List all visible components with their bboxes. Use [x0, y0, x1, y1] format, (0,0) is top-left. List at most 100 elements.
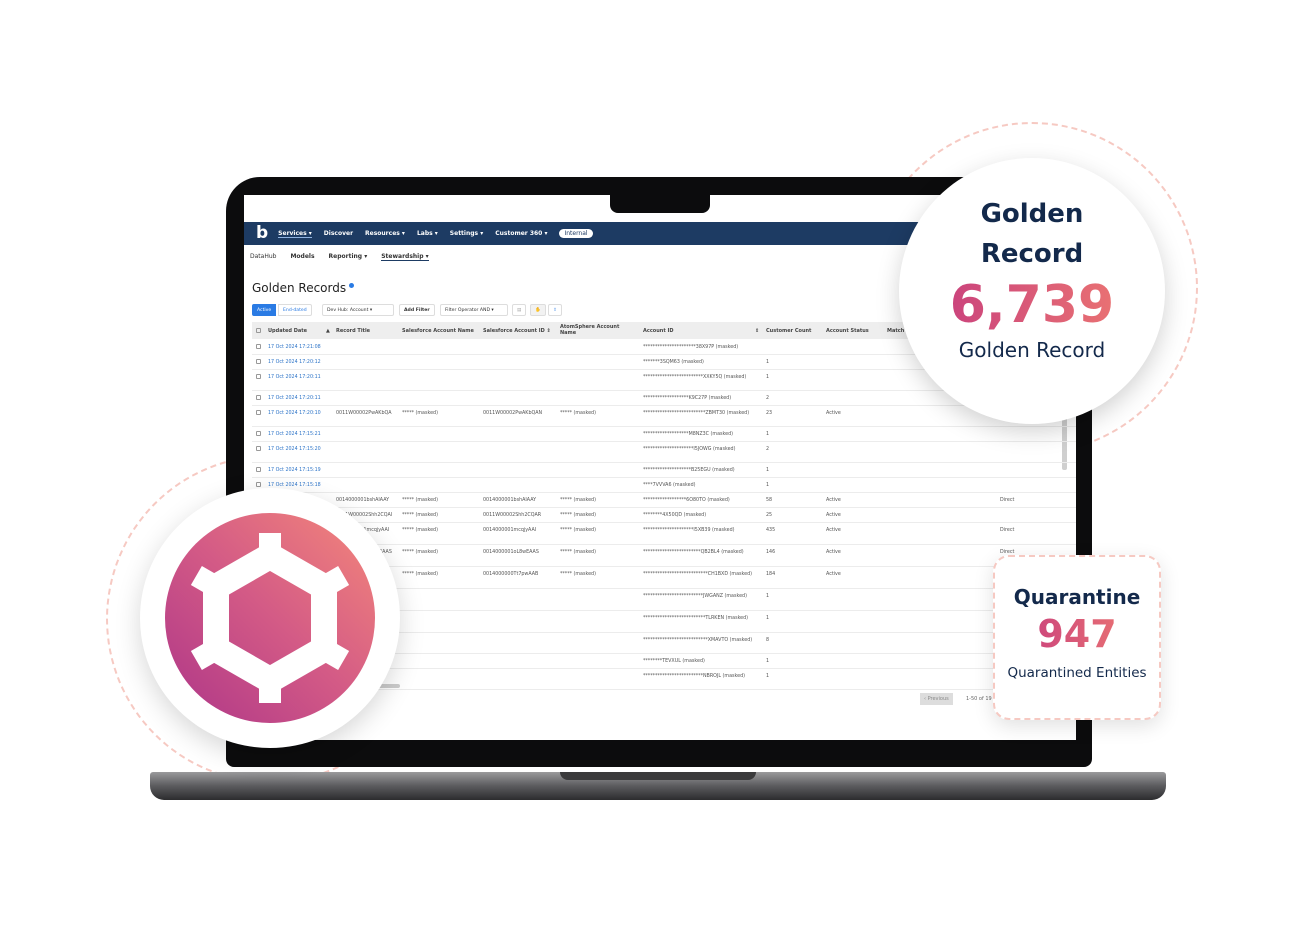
cell-sf-name: ***** (masked) [402, 513, 438, 518]
cell-customer-count: 1 [766, 432, 770, 437]
cell-as-name: ***** (masked) [560, 498, 596, 503]
table-row[interactable]: 0011W00002Shh2CQAI ***** (masked) 0011W000… [252, 508, 1076, 523]
col-account-status[interactable]: Account Status [826, 328, 869, 334]
cell-title: 0014000001bshAIAAY [336, 498, 390, 503]
row-checkbox[interactable] [256, 467, 261, 472]
nav-services[interactable]: Services ▾ [278, 230, 312, 238]
cell-date[interactable]: 17 Oct 2024 17:20:11 [268, 395, 321, 402]
cell-account-id: ********TEVXUL (masked) [643, 659, 705, 664]
filter-operator-select[interactable]: Filter Operator AND ▾ [440, 304, 508, 316]
cell-customer-count: 184 [766, 572, 776, 577]
row-checkbox[interactable] [256, 374, 261, 379]
previous-page-button[interactable]: ‹ Previous [920, 693, 953, 705]
cell-account-id: *********************I5JOWG (masked) [643, 447, 736, 452]
cell-as-name: ***** (masked) [560, 513, 596, 518]
sort-icon[interactable]: ⇕ [755, 328, 759, 334]
cell-date[interactable]: 17 Oct 2024 17:15:19 [268, 467, 321, 474]
cell-date[interactable]: 17 Oct 2024 17:20:11 [268, 374, 321, 381]
page-title: Golden Records [252, 281, 355, 295]
table-row[interactable]: 17 Oct 2024 17:20:10 0011W00002PwAKbQA ***… [252, 406, 1076, 427]
cell-customer-count: 8 [766, 638, 770, 643]
subnav-models[interactable]: Models [290, 253, 314, 260]
cell-customer-count: 2 [766, 396, 770, 401]
save-icon[interactable]: ▤ [512, 304, 527, 316]
sort-asc-icon[interactable]: ▲ [326, 328, 330, 334]
row-checkbox[interactable] [256, 395, 261, 400]
brand-logo[interactable]: b [256, 225, 268, 242]
end-dated-label: End-dated [283, 307, 307, 313]
add-filter-label: Add Filter [404, 307, 430, 313]
row-checkbox[interactable] [256, 344, 261, 349]
nav-labs[interactable]: Labs ▾ [417, 230, 438, 237]
cell-account-id: *******3SQM63 (masked) [643, 360, 704, 365]
select-all-checkbox[interactable] [256, 328, 261, 333]
add-filter-button[interactable]: Add Filter [399, 304, 435, 316]
cell-as-name: ***** (masked) [560, 411, 596, 416]
col-customer-count[interactable]: Customer Count [766, 328, 811, 334]
row-checkbox[interactable] [256, 410, 261, 415]
golden-record-count: 6,739 [899, 274, 1165, 336]
nav-settings[interactable]: Settings ▾ [450, 230, 483, 237]
quarantine-caption: Quarantined Entities [1007, 665, 1147, 681]
pointer-icon[interactable]: ✋ [530, 304, 546, 316]
row-checkbox[interactable] [256, 431, 261, 436]
laptop-hinge [560, 772, 756, 780]
sub-nav: DataHub Models Reporting ▾ Stewardship ▾ [250, 253, 443, 261]
subnav-reporting[interactable]: Reporting ▾ [329, 253, 368, 260]
nav-customer-360[interactable]: Customer 360 ▾ [495, 230, 547, 237]
cell-sf-id: 0014000001mcqjyAAI [483, 528, 537, 533]
cell-date[interactable]: 17 Oct 2024 17:15:20 [268, 446, 321, 453]
subnav-datahub[interactable]: DataHub [250, 253, 276, 260]
cell-customer-count: 1 [766, 360, 770, 365]
quarantine-count: 947 [995, 609, 1159, 659]
table-row[interactable]: 17 Oct 2024 17:15:19 ********************… [252, 463, 1076, 478]
nav-discover[interactable]: Discover [324, 230, 353, 237]
col-record-title[interactable]: Record Title [336, 328, 370, 334]
environment-badge: Internal [559, 229, 593, 238]
cell-account-id: *************************JWGANZ (masked) [643, 594, 747, 599]
col-updated-date[interactable]: Updated Date [268, 328, 307, 334]
row-checkbox[interactable] [256, 482, 261, 487]
product-icon-circle [165, 513, 375, 723]
cell-customer-count: 1 [766, 616, 770, 621]
col-sf-account-name[interactable]: Salesforce Account Name [402, 328, 474, 334]
hub-select[interactable]: Dev Hub: Account ▾ [322, 304, 394, 316]
col-atomsphere-account-name[interactable]: AtomSphere Account Name [560, 324, 630, 336]
hexagon-gear-icon [190, 533, 350, 703]
cell-sf-name: ***** (masked) [402, 498, 438, 503]
row-checkbox[interactable] [256, 359, 261, 364]
cell-date[interactable]: 17 Oct 2024 17:21:08 [268, 344, 321, 351]
col-account-id[interactable]: Account ID [643, 328, 674, 334]
table-row[interactable]: 17 Oct 2024 17:15:20 ********************… [252, 442, 1076, 463]
cell-sf-name: ***** (masked) [402, 572, 438, 577]
quarantine-heading: Quarantine [1013, 585, 1141, 609]
cell-account-status: Active [826, 513, 841, 518]
cell-account-id: ***************************CH1BXD (maske… [643, 572, 753, 577]
table-row[interactable]: 0014000001bshAIAAY ***** (masked) 00140000… [252, 493, 1076, 508]
col-sf-account-id[interactable]: Salesforce Account ID ⇕ [483, 328, 551, 334]
cell-customer-count: 1 [766, 674, 770, 679]
export-icon[interactable]: ⇪ [548, 304, 562, 316]
table-row[interactable]: 17 Oct 2024 17:15:18 ****7VVVA6 (masked) 1 [252, 478, 1076, 493]
cell-account-status: Active [826, 411, 841, 416]
cell-date[interactable]: 17 Oct 2024 17:15:21 [268, 431, 321, 438]
cell-date[interactable]: 17 Oct 2024 17:20:12 [268, 359, 321, 366]
nav-resources[interactable]: Resources ▾ [365, 230, 405, 237]
cell-as-name: ***** (masked) [560, 572, 596, 577]
cell-sf-id: 0011W00002PwAKbQAN [483, 411, 543, 416]
golden-heading-1: Golden [980, 199, 1084, 229]
info-dot-icon[interactable] [349, 283, 355, 288]
subnav-stewardship[interactable]: Stewardship ▾ [381, 253, 429, 261]
cell-account-id: ****7VVVA6 (masked) [643, 483, 696, 488]
cell-match: Direct [1000, 528, 1015, 533]
active-toggle[interactable]: Active [252, 304, 277, 316]
row-checkbox[interactable] [256, 446, 261, 451]
cell-customer-count: 1 [766, 468, 770, 473]
end-dated-toggle[interactable]: End-dated [278, 304, 312, 316]
cell-sf-name: ***** (masked) [402, 411, 438, 416]
camera-notch [610, 195, 710, 213]
table-row[interactable]: 17 Oct 2024 17:15:21 *******************M… [252, 427, 1076, 442]
cell-sf-id: 0014000001oL8wEAAS [483, 550, 539, 555]
cell-date[interactable]: 17 Oct 2024 17:20:10 [268, 410, 321, 417]
cell-account-id: ************************QB2BL4 (masked) [643, 550, 744, 555]
